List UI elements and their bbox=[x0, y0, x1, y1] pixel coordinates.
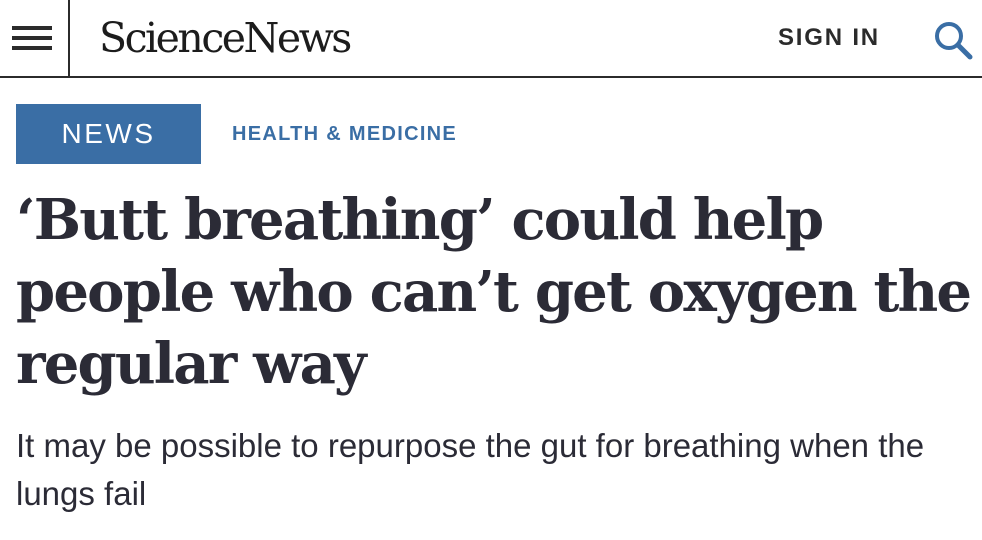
category-link[interactable]: HEALTH & MEDICINE bbox=[232, 120, 457, 148]
article-headline: ‘Butt breathing’ could help people who c… bbox=[16, 187, 972, 397]
search-icon bbox=[935, 22, 973, 60]
article-dek: It may be possible to repurpose the gut … bbox=[16, 427, 925, 512]
menu-button[interactable] bbox=[0, 0, 70, 76]
search-button[interactable] bbox=[930, 18, 978, 62]
site-header: ScienceNews SIGN IN bbox=[0, 0, 982, 78]
site-logo[interactable]: ScienceNews bbox=[99, 10, 352, 66]
sign-in-link[interactable]: SIGN IN bbox=[778, 22, 880, 54]
article-type-tag[interactable]: NEWS bbox=[16, 104, 201, 164]
